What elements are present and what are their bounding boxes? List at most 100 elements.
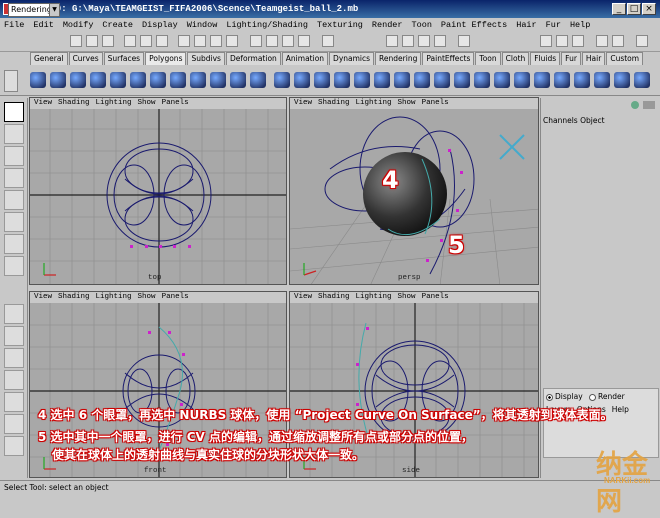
shelf-tab-fur[interactable]: Fur bbox=[561, 52, 581, 65]
menu-set-dropdown[interactable]: Rendering ▼ bbox=[8, 3, 60, 17]
boolean-union-icon[interactable] bbox=[334, 72, 350, 88]
extrude-edge-icon[interactable] bbox=[534, 72, 550, 88]
shelf-tab-surfaces[interactable]: Surfaces bbox=[103, 52, 145, 65]
panel-menu-shading[interactable]: Shading bbox=[58, 292, 90, 303]
poly-torus-icon[interactable] bbox=[130, 72, 146, 88]
poly-pyramid-icon[interactable] bbox=[170, 72, 186, 88]
layout-hypershade-icon[interactable] bbox=[612, 35, 624, 47]
layout-persp-graph-icon[interactable] bbox=[596, 35, 608, 47]
channel-box-toggle-icon[interactable] bbox=[631, 101, 639, 109]
append-polygon-icon[interactable] bbox=[574, 72, 590, 88]
render-icon[interactable] bbox=[266, 35, 278, 47]
snap-grid-icon[interactable] bbox=[178, 35, 190, 47]
save-scene-icon[interactable] bbox=[102, 35, 114, 47]
shelf-menu-icon[interactable] bbox=[4, 70, 18, 92]
combine-icon[interactable] bbox=[274, 72, 290, 88]
panel-menu-view[interactable]: View bbox=[294, 292, 312, 303]
layout-single-icon[interactable] bbox=[540, 35, 552, 47]
menu-lighting-shading[interactable]: Lighting/Shading bbox=[226, 18, 308, 32]
shelf-tab-hair[interactable]: Hair bbox=[581, 52, 606, 65]
menu-modify[interactable]: Modify bbox=[63, 18, 94, 32]
select-component-icon[interactable] bbox=[156, 35, 168, 47]
poly-cube-icon[interactable] bbox=[50, 72, 66, 88]
poly-cone-icon[interactable] bbox=[90, 72, 106, 88]
object-menu[interactable]: Object bbox=[580, 116, 604, 125]
rotate-tool-icon[interactable] bbox=[4, 168, 24, 188]
shelf-tab-rendering[interactable]: Rendering bbox=[375, 52, 422, 65]
four-pane-layout-icon[interactable] bbox=[4, 326, 24, 346]
channel-box-icon[interactable] bbox=[434, 35, 446, 47]
panel-menu-shading[interactable]: Shading bbox=[58, 98, 90, 109]
single-pane-layout-icon[interactable] bbox=[4, 304, 24, 324]
soft-mod-tool-icon[interactable] bbox=[4, 234, 24, 254]
poly-prism-icon[interactable] bbox=[150, 72, 166, 88]
panel-menu-lighting[interactable]: Lighting bbox=[356, 98, 392, 109]
shelf-tab-cloth[interactable]: Cloth bbox=[501, 52, 530, 65]
panel-menu-show[interactable]: Show bbox=[398, 292, 416, 303]
history-icon[interactable] bbox=[250, 35, 262, 47]
outliner-icon[interactable] bbox=[458, 35, 470, 47]
panel-menu-view[interactable]: View bbox=[34, 292, 52, 303]
poly-helix-icon[interactable] bbox=[210, 72, 226, 88]
menu-help[interactable]: Help bbox=[570, 18, 590, 32]
render-globals-icon[interactable] bbox=[298, 35, 310, 47]
shelf-tab-animation[interactable]: Animation bbox=[281, 52, 329, 65]
scale-tool-icon[interactable] bbox=[4, 190, 24, 210]
poly-platonic-icon[interactable] bbox=[250, 72, 266, 88]
chevron-down-icon[interactable]: ▼ bbox=[49, 4, 59, 16]
split-polygon-icon[interactable] bbox=[594, 72, 610, 88]
panel-menu-lighting[interactable]: Lighting bbox=[356, 292, 392, 303]
extract-icon[interactable] bbox=[314, 72, 330, 88]
panel-menu-show[interactable]: Show bbox=[138, 98, 156, 109]
close-button[interactable]: × bbox=[642, 3, 656, 15]
lasso-tool-icon[interactable] bbox=[4, 124, 24, 144]
move-tool-icon[interactable] bbox=[4, 146, 24, 166]
separate-icon[interactable] bbox=[294, 72, 310, 88]
snap-view-icon[interactable] bbox=[226, 35, 238, 47]
menu-texturing[interactable]: Texturing bbox=[317, 18, 363, 32]
menu-display[interactable]: Display bbox=[142, 18, 178, 32]
hypershade-icon[interactable] bbox=[386, 35, 398, 47]
tool-settings-icon[interactable] bbox=[418, 35, 430, 47]
mirror-icon[interactable] bbox=[394, 72, 410, 88]
menu-hair[interactable]: Hair bbox=[516, 18, 536, 32]
persp-graph-layout-icon[interactable] bbox=[4, 370, 24, 390]
panel-menu-show[interactable]: Show bbox=[398, 98, 416, 109]
shelf-tab-subdivs[interactable]: Subdivs bbox=[187, 52, 225, 65]
select-tool-icon[interactable] bbox=[4, 102, 24, 122]
panel-menu-shading[interactable]: Shading bbox=[318, 292, 350, 303]
poly-sphere-icon[interactable] bbox=[30, 72, 46, 88]
layout-persp-outliner-icon[interactable] bbox=[572, 35, 584, 47]
poly-cylinder-icon[interactable] bbox=[70, 72, 86, 88]
bridge-icon[interactable] bbox=[554, 72, 570, 88]
menu-toon[interactable]: Toon bbox=[412, 18, 432, 32]
panel-menu-view[interactable]: View bbox=[294, 98, 312, 109]
shelf-tab-curves[interactable]: Curves bbox=[68, 52, 103, 65]
render-layer-radio[interactable]: Render bbox=[589, 392, 625, 401]
triangulate-icon[interactable] bbox=[434, 72, 450, 88]
select-hierarchy-icon[interactable] bbox=[124, 35, 136, 47]
menu-create[interactable]: Create bbox=[102, 18, 133, 32]
select-object-icon[interactable] bbox=[140, 35, 152, 47]
cut-faces-icon[interactable] bbox=[614, 72, 630, 88]
make-hole-icon[interactable] bbox=[494, 72, 510, 88]
fill-hole-icon[interactable] bbox=[474, 72, 490, 88]
layer-help-menu[interactable]: Help bbox=[612, 405, 629, 414]
quadrangulate-icon[interactable] bbox=[454, 72, 470, 88]
persp-outliner-layout-icon[interactable] bbox=[4, 348, 24, 368]
ipr-render-icon[interactable] bbox=[282, 35, 294, 47]
extrude-face-icon[interactable] bbox=[514, 72, 530, 88]
manipulator-tool-icon[interactable] bbox=[4, 212, 24, 232]
snap-curve-icon[interactable] bbox=[194, 35, 206, 47]
panel-menu-show[interactable]: Show bbox=[138, 292, 156, 303]
menu-render[interactable]: Render bbox=[372, 18, 403, 32]
shelf-tab-toon[interactable]: Toon bbox=[475, 52, 501, 65]
panel-menu-panels[interactable]: Panels bbox=[422, 98, 449, 109]
shelf-tab-general[interactable]: General bbox=[30, 52, 68, 65]
snap-point-icon[interactable] bbox=[210, 35, 222, 47]
layout-custom-icon[interactable] bbox=[636, 35, 648, 47]
panel-menu-panels[interactable]: Panels bbox=[422, 292, 449, 303]
panel-menu-shading[interactable]: Shading bbox=[318, 98, 350, 109]
shelf-tab-polygons[interactable]: Polygons bbox=[145, 52, 187, 65]
shelf-tab-dynamics[interactable]: Dynamics bbox=[329, 52, 375, 65]
